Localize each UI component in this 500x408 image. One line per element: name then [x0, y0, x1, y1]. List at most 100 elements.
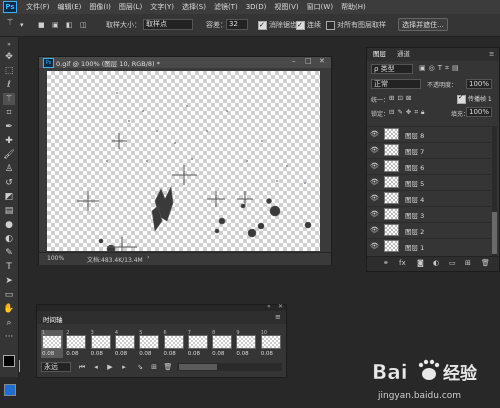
frame-delay-select[interactable]: 0.08: [139, 351, 151, 357]
marquee-tool-icon[interactable]: ⬚: [3, 65, 15, 77]
layer-filter-icons[interactable]: ▣◎T⌗▤: [419, 64, 462, 73]
first-frame-icon[interactable]: ⏮︎: [77, 362, 87, 372]
tab-channels[interactable]: 通道: [397, 50, 410, 59]
lasso-tool-icon[interactable]: ℓ: [3, 79, 15, 91]
all-layers-check-icon[interactable]: [326, 20, 335, 30]
opacity-input[interactable]: 100%: [466, 79, 492, 89]
frame-delay-select[interactable]: 0.08: [42, 351, 54, 357]
select-and-mask-button[interactable]: 选择并遮住...: [398, 18, 448, 31]
more-tools-icon[interactable]: ···: [3, 331, 15, 343]
frame-delay-select[interactable]: 0.08: [91, 351, 103, 357]
visibility-eye-icon[interactable]: 👁︎: [370, 226, 379, 234]
menu-type[interactable]: 文字(Y): [146, 0, 178, 14]
close-panel-icon[interactable]: ✕: [278, 303, 283, 310]
panel-menu-icon[interactable]: ≡: [489, 50, 494, 59]
next-frame-icon[interactable]: ▸: [119, 362, 129, 372]
duplicate-frame-icon[interactable]: ⊞: [149, 362, 159, 372]
animation-frame[interactable]: 5 0.08: [138, 330, 160, 358]
fill-input[interactable]: 100%: [466, 107, 492, 117]
play-icon[interactable]: ▶: [105, 362, 115, 372]
contiguous-check-icon[interactable]: [296, 19, 305, 31]
menu-select[interactable]: 选择(S): [178, 0, 210, 14]
layer-mask-icon[interactable]: ◙: [417, 259, 424, 267]
frame-delay-select[interactable]: 0.08: [236, 351, 248, 357]
document-info[interactable]: 文档:483.4K/13.4M: [87, 255, 143, 264]
menu-help[interactable]: 帮助(H): [337, 0, 370, 14]
layers-scrollbar[interactable]: [492, 126, 497, 256]
tolerance-input[interactable]: 32: [226, 19, 248, 30]
delete-frame-icon[interactable]: 🗑︎: [163, 362, 173, 372]
clone-stamp-tool-icon[interactable]: ♙: [3, 163, 15, 175]
lock-icons[interactable]: ⊟✎✥⌗🔒︎: [389, 108, 427, 117]
frame-delay-select[interactable]: 0.08: [261, 351, 273, 357]
menu-window[interactable]: 窗口(W): [303, 0, 337, 14]
collapse-panel-icon[interactable]: «: [267, 303, 271, 310]
layer-row[interactable]: 👁︎ 图层 7: [367, 142, 491, 158]
animation-frame[interactable]: 8 0.08: [211, 330, 233, 358]
animation-frame[interactable]: 1 0.08: [41, 330, 63, 358]
zoom-level[interactable]: 100%: [47, 255, 64, 262]
zoom-tool-icon[interactable]: ⌕: [3, 317, 15, 329]
new-layer-icon[interactable]: ⊞: [465, 259, 471, 267]
new-selection-icon[interactable]: ■: [38, 19, 45, 31]
gradient-tool-icon[interactable]: ▤: [3, 205, 15, 217]
frame-delay-select[interactable]: 0.08: [115, 351, 127, 357]
menu-edit[interactable]: 编辑(E): [54, 0, 86, 14]
sample-size-select[interactable]: 取样点: [143, 19, 193, 30]
visibility-eye-icon[interactable]: 👁︎: [370, 178, 379, 186]
layer-row[interactable]: 👁︎ 图层 5: [367, 174, 491, 190]
visibility-eye-icon[interactable]: 👁︎: [370, 242, 379, 250]
dodge-tool-icon[interactable]: ◐: [3, 233, 15, 245]
layer-row[interactable]: 👁︎ 图层 4: [367, 190, 491, 206]
visibility-eye-icon[interactable]: 👁︎: [370, 194, 379, 202]
close-icon[interactable]: ✕: [319, 57, 325, 65]
visibility-eye-icon[interactable]: 👁︎: [370, 146, 379, 154]
layer-row[interactable]: 👁︎ 图层 1: [367, 238, 491, 254]
menu-image[interactable]: 图像(I): [85, 0, 115, 14]
brush-tool-icon[interactable]: 🖌︎: [3, 149, 15, 161]
animation-frame[interactable]: 10 0.08: [260, 330, 282, 358]
magic-wand-icon[interactable]: ⚚: [6, 17, 14, 29]
subtract-selection-icon[interactable]: ◧: [66, 19, 73, 31]
propagate-checkbox[interactable]: 传播帧 1: [457, 93, 492, 104]
timeline-scrollbar[interactable]: [177, 363, 282, 371]
document-tab[interactable]: Ps 0.gif @ 100% (图层 10, RGB/8) * – □ ✕: [39, 57, 331, 68]
layer-row[interactable]: 👁︎ 图层 8: [367, 126, 491, 142]
rectangle-tool-icon[interactable]: ▭: [3, 289, 15, 301]
blend-mode-select[interactable]: 正常: [371, 79, 421, 89]
visibility-eye-icon[interactable]: 👁︎: [370, 162, 379, 170]
timeline-menu-icon[interactable]: ≡: [275, 313, 281, 321]
layer-filter-select[interactable]: ρ 类型: [371, 64, 413, 74]
animation-frame[interactable]: 4 0.08: [114, 330, 136, 358]
frame-delay-select[interactable]: 0.08: [66, 351, 78, 357]
menu-view[interactable]: 视图(V): [270, 0, 302, 14]
timeline-title[interactable]: 时间轴: [43, 314, 63, 324]
layer-style-icon[interactable]: fx: [399, 259, 406, 267]
path-selection-tool-icon[interactable]: ➤: [3, 275, 15, 287]
delete-layer-icon[interactable]: 🗑︎: [481, 259, 490, 267]
timeline-scrollbar-thumb[interactable]: [179, 364, 217, 370]
propagate-check-icon[interactable]: [457, 93, 466, 104]
blur-tool-icon[interactable]: ●: [3, 219, 15, 231]
collapse-toolbar-icon[interactable]: »: [3, 39, 15, 51]
adjustment-layer-icon[interactable]: ◐: [433, 259, 439, 267]
link-layers-icon[interactable]: ⚭: [383, 259, 389, 267]
eraser-tool-icon[interactable]: ◩: [3, 191, 15, 203]
contiguous-checkbox[interactable]: 连续: [296, 19, 321, 31]
menu-file[interactable]: 文件(F): [22, 0, 54, 14]
animation-frame[interactable]: 6 0.08: [163, 330, 185, 358]
all-layers-checkbox[interactable]: 对所有图层取样: [326, 19, 386, 31]
animation-frame[interactable]: 3 0.08: [90, 330, 112, 358]
move-tool-icon[interactable]: ✥: [3, 51, 15, 63]
animation-frame[interactable]: 9 0.08: [235, 330, 257, 358]
history-brush-tool-icon[interactable]: ↺: [3, 177, 15, 189]
previous-frame-icon[interactable]: ◂: [91, 362, 101, 372]
quick-mask-icon[interactable]: [4, 384, 16, 396]
visibility-eye-icon[interactable]: 👁︎: [370, 210, 379, 218]
layer-row[interactable]: 👁︎ 图层 6: [367, 158, 491, 174]
frame-delay-select[interactable]: 0.08: [212, 351, 224, 357]
pen-tool-icon[interactable]: ✎: [3, 247, 15, 259]
tab-layers[interactable]: 图层: [373, 50, 386, 59]
magic-wand-tool-icon[interactable]: ⚚: [3, 93, 15, 105]
visibility-eye-icon[interactable]: 👁︎: [370, 130, 379, 138]
